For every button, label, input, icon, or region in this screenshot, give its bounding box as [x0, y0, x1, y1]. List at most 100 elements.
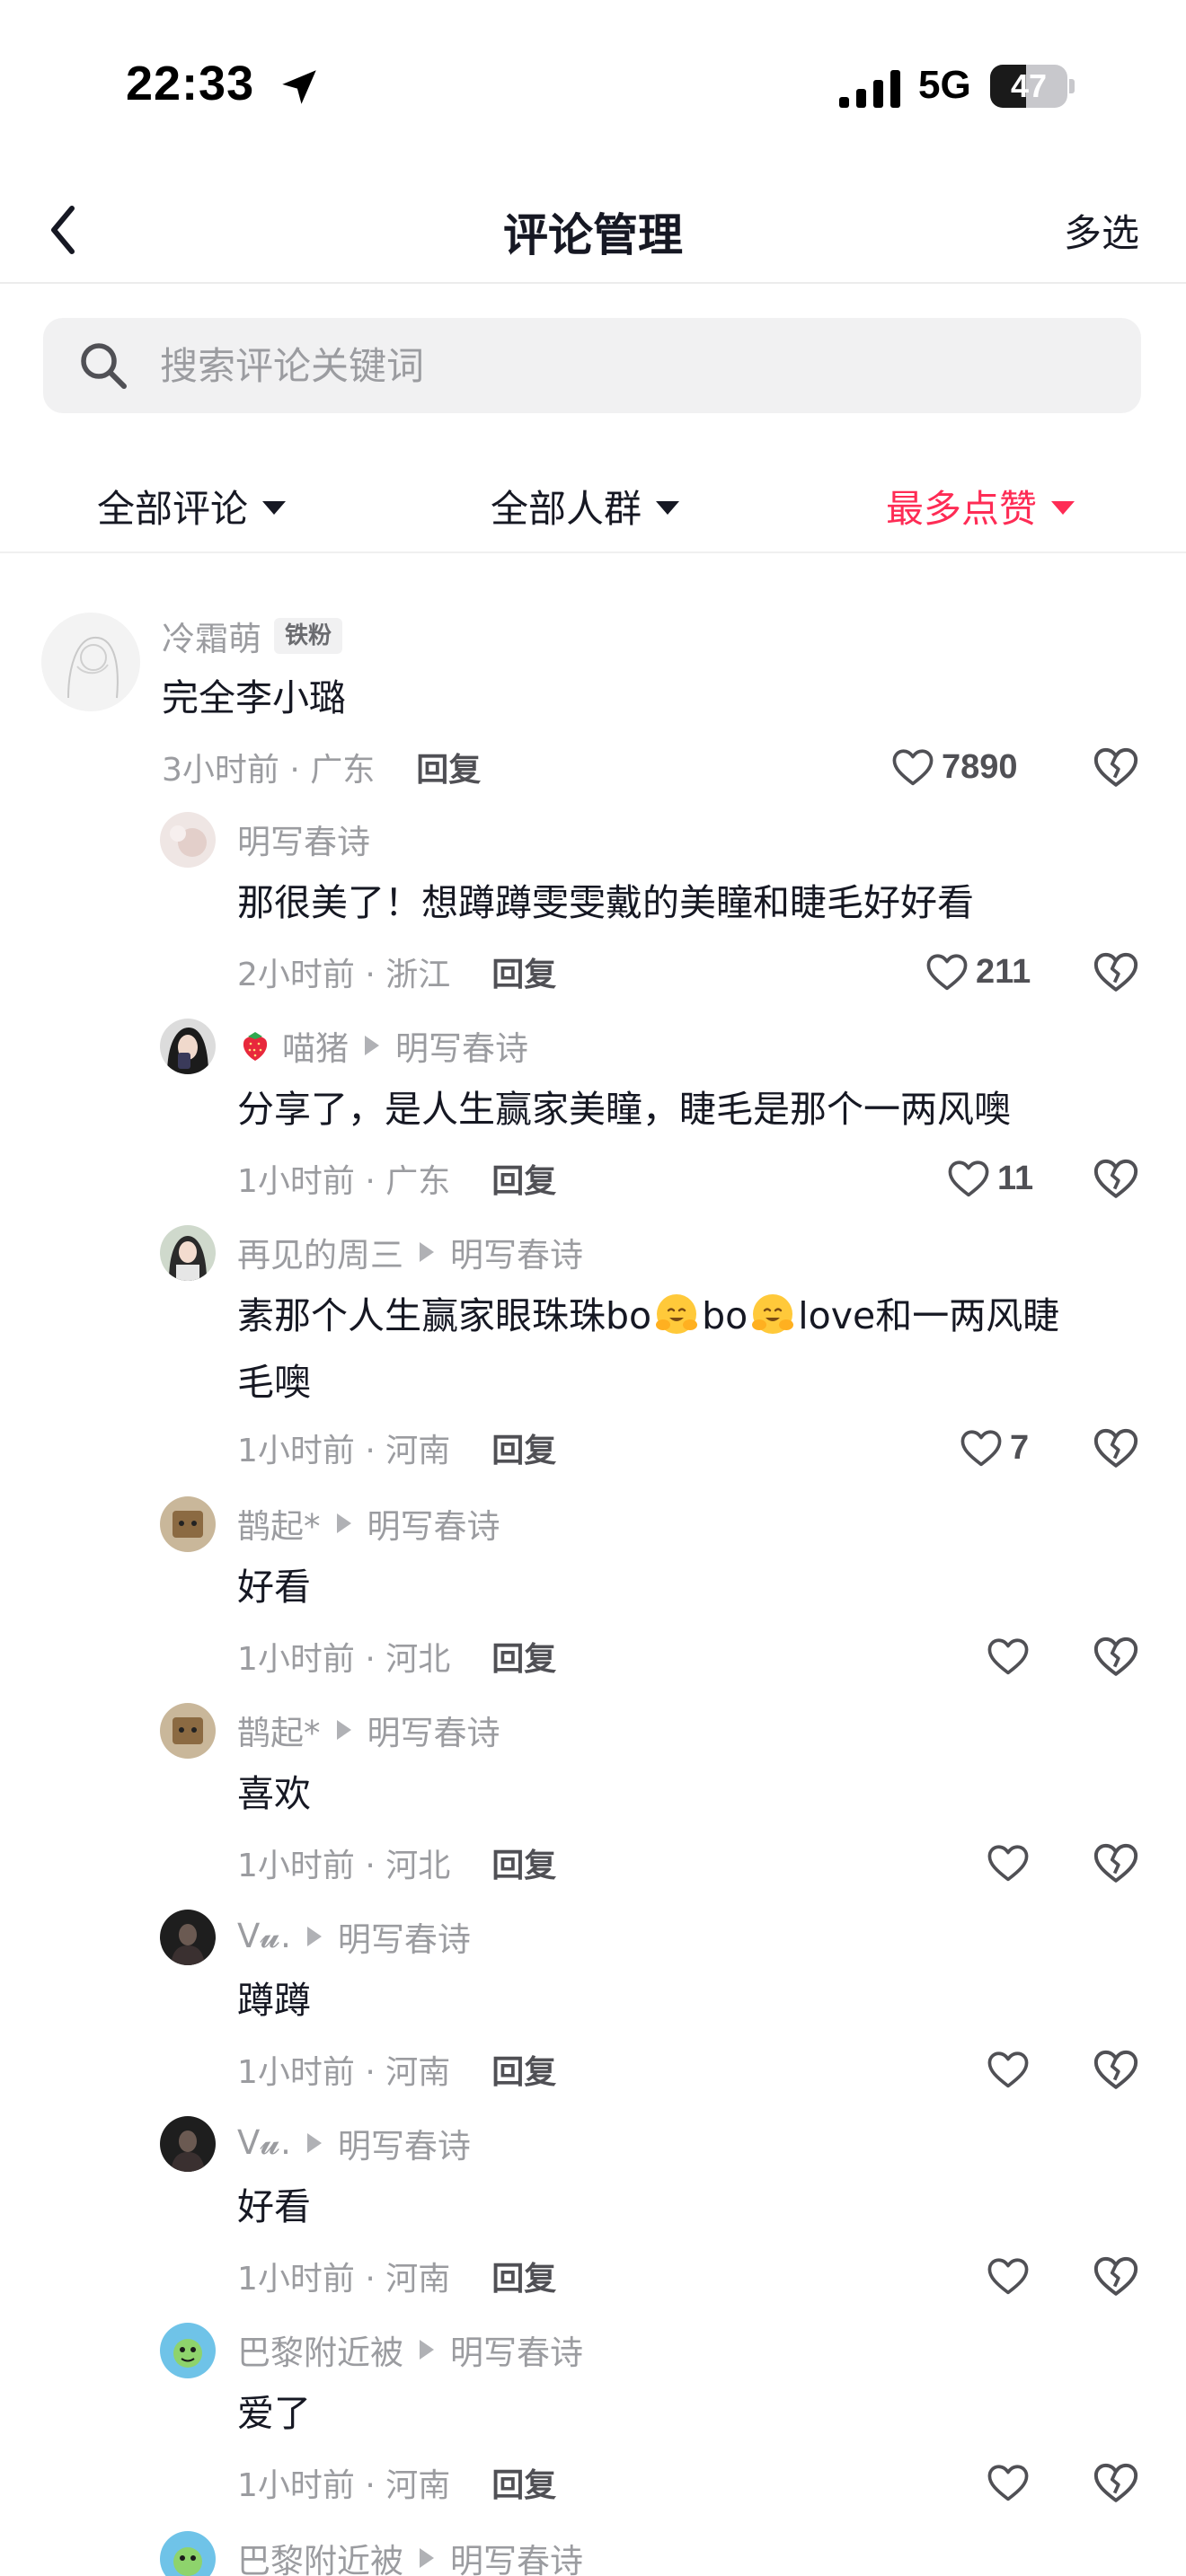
- author-name[interactable]: 明写春诗: [237, 815, 370, 863]
- battery-percentage: 47: [1010, 67, 1048, 104]
- comment-meta: 鹊起* 明写春诗: [237, 1706, 500, 1754]
- reply-to-name[interactable]: 明写春诗: [395, 1021, 528, 1070]
- filter-most-liked[interactable]: 最多点赞: [886, 474, 1075, 537]
- avatar[interactable]: [160, 812, 216, 868]
- status-time: 22:33: [126, 57, 255, 110]
- avatar[interactable]: [160, 2531, 216, 2576]
- like-button[interactable]: [985, 1836, 1037, 1890]
- comment-footer: 1小时前 · 河北 回复: [237, 1629, 556, 1683]
- dislike-broken-heart-icon[interactable]: [1091, 1838, 1141, 1888]
- author-name[interactable]: 鹊起*: [237, 1706, 321, 1754]
- comment-footer: 1小时前 · 河南 回复: [237, 2042, 556, 2096]
- author-name[interactable]: V𝓾.: [237, 1917, 291, 1956]
- strawberry-icon: [243, 1032, 268, 1061]
- reply-to-name[interactable]: 明写春诗: [367, 1499, 500, 1548]
- reply-button[interactable]: 回复: [416, 744, 481, 790]
- reply-to-arrow-icon: [420, 2340, 434, 2360]
- reply-to-arrow-icon: [420, 2548, 434, 2568]
- comment-meta: 明写春诗: [237, 815, 370, 863]
- reply-to-name[interactable]: 明写春诗: [338, 2119, 471, 2167]
- location-arrow-icon: [282, 70, 316, 104]
- reply-button[interactable]: 回复: [491, 1155, 556, 1202]
- comment-meta: V𝓾. 明写春诗: [237, 1912, 471, 1961]
- reply-button[interactable]: 回复: [491, 1633, 556, 1680]
- comment-meta: 喵猪 明写春诗: [237, 1021, 528, 1070]
- filter-label: 全部人群: [491, 486, 642, 531]
- dislike-broken-heart-icon[interactable]: [1091, 1423, 1141, 1473]
- author-name[interactable]: 再见的周三: [237, 1228, 403, 1276]
- page-title: 评论管理: [503, 209, 683, 261]
- caret-down-icon: [1051, 500, 1075, 515]
- dislike-broken-heart-icon[interactable]: [1091, 1153, 1141, 1204]
- comment-text: 蹲蹲: [237, 1979, 311, 2022]
- like-button[interactable]: [985, 2249, 1037, 2303]
- filter-all-audience[interactable]: 全部人群: [491, 474, 680, 537]
- reply-button[interactable]: 回复: [491, 1839, 556, 1886]
- heart-icon: [987, 2465, 1029, 2501]
- comment-meta: 巴黎附近被 明写春诗: [237, 2536, 583, 2576]
- author-name[interactable]: 喵猪: [282, 1021, 349, 1070]
- reply-to-name[interactable]: 明写春诗: [450, 2325, 583, 2374]
- comment-text: 那很美了！想蹲蹲雯雯戴的美瞳和睫毛好好看: [237, 881, 974, 924]
- fan-badge: 铁粉: [274, 618, 343, 654]
- dislike-broken-heart-icon[interactable]: [1091, 742, 1141, 792]
- multi-select-button[interactable]: 多选: [1064, 203, 1139, 258]
- avatar[interactable]: [160, 1225, 216, 1281]
- reply-button[interactable]: 回复: [491, 2459, 556, 2506]
- comment-text-part: 毛噢: [237, 1361, 311, 1404]
- like-button[interactable]: [985, 2456, 1037, 2510]
- comment-footer: 1小时前 · 河南 回复: [237, 2456, 556, 2510]
- author-name[interactable]: 巴黎附近被: [237, 2534, 403, 2576]
- like-button[interactable]: 211: [924, 945, 1031, 999]
- comment-text: 喜欢: [237, 1772, 311, 1815]
- filter-label: 最多点赞: [886, 486, 1038, 531]
- like-button[interactable]: 7890: [890, 740, 1018, 794]
- avatar[interactable]: [160, 2116, 216, 2172]
- reply-button[interactable]: 回复: [491, 2253, 556, 2299]
- like-button[interactable]: 7: [958, 1421, 1029, 1475]
- time-location: 1小时前 · 河北: [237, 1848, 451, 1884]
- time-location: 3小时前 · 广东: [162, 752, 376, 789]
- heart-icon: [892, 749, 934, 786]
- heart-icon: [987, 1845, 1029, 1882]
- comment-meta: 鹊起* 明写春诗: [237, 1499, 500, 1548]
- avatar[interactable]: [160, 1019, 216, 1074]
- author-name[interactable]: 鹊起*: [237, 1499, 321, 1548]
- heart-icon: [987, 1638, 1029, 1675]
- like-button[interactable]: [985, 1629, 1037, 1683]
- heart-icon: [987, 2258, 1029, 2295]
- reply-to-name[interactable]: 明写春诗: [367, 1706, 500, 1754]
- search-bar: [43, 318, 1141, 413]
- reply-button[interactable]: 回复: [491, 1425, 556, 1471]
- comment-meta: 再见的周三 明写春诗: [237, 1228, 583, 1276]
- search-input[interactable]: [160, 318, 1103, 413]
- avatar[interactable]: [160, 2323, 216, 2378]
- avatar[interactable]: [160, 1496, 216, 1552]
- reply-to-name[interactable]: 明写春诗: [450, 2534, 583, 2576]
- dislike-broken-heart-icon[interactable]: [1091, 2251, 1141, 2301]
- like-button[interactable]: 11: [945, 1151, 1033, 1205]
- dislike-broken-heart-icon[interactable]: [1091, 2457, 1141, 2508]
- time-location: 1小时前 · 河北: [237, 1641, 451, 1678]
- avatar[interactable]: [160, 1703, 216, 1759]
- avatar[interactable]: [160, 1910, 216, 1965]
- comment-text: 好看: [237, 1566, 311, 1609]
- comment-footer: 3小时前 · 广东 回复: [162, 740, 481, 794]
- dislike-broken-heart-icon[interactable]: [1091, 2044, 1141, 2095]
- comment-text: 分享了，是人生赢家美瞳，睫毛是那个一两风噢: [237, 1088, 1011, 1131]
- author-name[interactable]: 冷霜萌: [162, 612, 261, 660]
- reply-button[interactable]: 回复: [491, 948, 556, 995]
- dislike-broken-heart-icon[interactable]: [1091, 1631, 1141, 1681]
- comment-meta: V𝓾. 明写春诗: [237, 2119, 471, 2167]
- reply-button[interactable]: 回复: [491, 2046, 556, 2093]
- reply-to-name[interactable]: 明写春诗: [338, 1912, 471, 1961]
- dislike-broken-heart-icon[interactable]: [1091, 947, 1141, 997]
- filter-all-comments[interactable]: 全部评论: [97, 474, 287, 537]
- avatar[interactable]: [41, 613, 140, 711]
- reply-to-name[interactable]: 明写春诗: [450, 1228, 583, 1276]
- author-name[interactable]: 巴黎附近被: [237, 2325, 403, 2374]
- caret-down-icon: [262, 500, 287, 515]
- like-button[interactable]: [985, 2042, 1037, 2096]
- comment-list[interactable]: 冷霜萌 铁粉 完全李小璐 3小时前 · 广东 回复 7890 明写春诗 那很美了…: [0, 596, 1186, 2576]
- author-name[interactable]: V𝓾.: [237, 2123, 291, 2163]
